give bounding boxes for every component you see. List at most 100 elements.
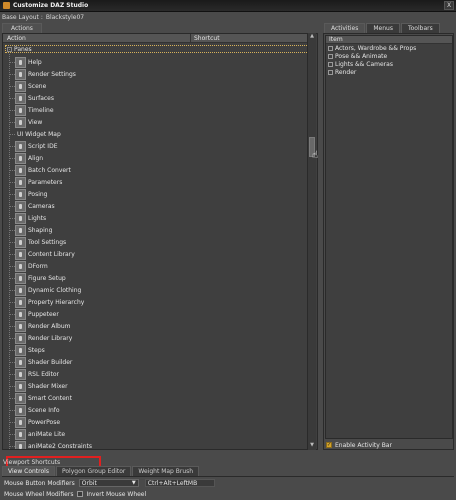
list-item[interactable]: Render — [326, 68, 452, 76]
tree-item-label: Surfaces — [28, 94, 54, 102]
activities-panel: Item Actors, Wardrobe && Props Pose && A… — [323, 33, 454, 450]
tree-item[interactable]: Shader Mixer — [9, 380, 68, 392]
tree-item[interactable]: Lights — [9, 212, 46, 224]
tree-item[interactable]: Render Settings — [9, 68, 76, 80]
tab-activities[interactable]: Activities — [324, 23, 366, 33]
list-item-label: Actors, Wardrobe && Props — [335, 44, 417, 52]
tree-item-label: Shaping — [28, 226, 53, 234]
tree-item[interactable]: Tool Settings — [9, 236, 66, 248]
item-column-header[interactable]: Item — [326, 36, 452, 44]
actions-column-header: Action Shortcut — [3, 34, 309, 43]
base-layout-row: Base Layout : Blackstyle07 — [2, 13, 84, 22]
actions-scrollbar[interactable]: ▲ ▼ — [307, 33, 316, 450]
tree-item-label: Cameras — [28, 202, 55, 210]
cameras-icon — [15, 200, 26, 212]
dform-icon — [15, 260, 26, 272]
tree-item[interactable]: Content Library — [9, 248, 75, 260]
shader-mixer-icon — [15, 380, 26, 392]
scene-info-icon — [15, 404, 26, 416]
item-icon — [328, 45, 333, 51]
list-item[interactable]: Lights && Cameras — [326, 60, 452, 68]
tab-weight-map-brush[interactable]: Weight Map Brush — [132, 466, 200, 476]
tree-item[interactable]: Posing — [9, 188, 47, 200]
tab-toolbars[interactable]: Toolbars — [400, 23, 440, 33]
tab-actions[interactable]: Actions — [2, 23, 42, 33]
mouse-button-select[interactable]: Orbit ▼ — [78, 479, 139, 487]
mouse-wheel-row: Mouse Wheel Modifiers Invert Mouse Wheel — [4, 489, 146, 499]
tree-item-label: PowerPose — [28, 418, 61, 426]
tree-item[interactable]: Puppeteer — [9, 308, 59, 320]
list-item-label: Lights && Cameras — [335, 60, 393, 68]
align-icon — [15, 152, 26, 164]
base-layout-value[interactable]: Blackstyle07 — [46, 14, 84, 21]
activities-list: Item Actors, Wardrobe && Props Pose && A… — [325, 35, 453, 439]
scroll-up-icon[interactable]: ▲ — [308, 33, 316, 41]
tree-item[interactable]: aniMate Lite — [9, 428, 65, 440]
tree-item[interactable]: Property Hierarchy — [9, 296, 84, 308]
puppeteer-icon — [15, 308, 26, 320]
tree-item[interactable]: Scene Info — [9, 404, 60, 416]
tree-item[interactable]: RSL Editor — [9, 368, 59, 380]
base-layout-label: Base Layout : — [2, 14, 43, 21]
shortcut-value: Ctrl+Alt+LeftMB — [147, 479, 198, 487]
tree-item[interactable]: Script IDE — [9, 140, 58, 152]
tree-item[interactable]: Cameras — [9, 200, 55, 212]
scroll-down-icon[interactable]: ▼ — [308, 442, 316, 450]
tree-item[interactable]: Help — [9, 56, 42, 68]
tree-item[interactable]: Dynamic Clothing — [9, 284, 81, 296]
actions-panel: Action Shortcut - Panes Help Render Setti… — [2, 33, 318, 482]
steps-icon — [15, 344, 26, 356]
rsl-editor-icon — [15, 368, 26, 380]
tree-item-label: Content Library — [28, 250, 75, 258]
tree-item[interactable]: Shader Builder — [9, 356, 72, 368]
invert-mouse-wheel-checkbox[interactable] — [77, 491, 84, 497]
animate2-constraints-icon — [15, 440, 26, 449]
list-item[interactable]: Actors, Wardrobe && Props — [326, 44, 452, 52]
mouse-button-label: Mouse Button Modifiers — [4, 479, 75, 487]
left-tab-bar: Actions — [2, 23, 42, 33]
close-button[interactable]: X — [444, 1, 454, 10]
timeline-icon — [15, 104, 26, 116]
tab-polygon-group-editor[interactable]: Polygon Group Editor — [55, 466, 132, 476]
tree-item[interactable]: Render Library — [9, 332, 72, 344]
render-settings-icon — [15, 68, 26, 80]
item-icon — [328, 53, 333, 59]
shortcut-column-header[interactable]: Shortcut — [191, 34, 309, 42]
tree-item-label: Align — [28, 154, 44, 162]
tree-item-label: Help — [28, 58, 42, 66]
tree-item[interactable]: PowerPose — [9, 416, 60, 428]
tree-item[interactable]: Shaping — [9, 224, 52, 236]
tree-item-label: Property Hierarchy — [28, 298, 85, 306]
title-bar: Customize DAZ Studio X — [0, 0, 456, 12]
tree-item[interactable]: DForm — [9, 260, 48, 272]
collapse-icon[interactable]: - — [7, 46, 12, 52]
tree-item[interactable]: Batch Convert — [9, 164, 71, 176]
mouse-button-value: Orbit — [81, 479, 97, 487]
action-column-header[interactable]: Action — [3, 34, 191, 42]
tree-item-label: Render Album — [28, 322, 71, 330]
tree-item-label: Posing — [28, 190, 48, 198]
tree-root-panes[interactable]: - Panes — [5, 45, 309, 53]
tree-item[interactable]: Scene — [9, 80, 46, 92]
tree-item[interactable]: Align — [9, 152, 43, 164]
parameters-icon — [15, 176, 26, 188]
tree-item[interactable]: aniMate2 Constraints — [9, 440, 92, 449]
tree-item-label: Smart Content — [28, 394, 72, 402]
tab-view-controls[interactable]: View Controls — [2, 466, 55, 476]
dynamic-clothing-icon — [15, 284, 26, 296]
actions-tree: - Panes Help Render Settings Scene Surfaces… — [3, 44, 309, 449]
tree-item[interactable]: Steps — [9, 344, 45, 356]
tree-item[interactable]: View — [9, 116, 42, 128]
tree-item[interactable]: Render Album — [9, 320, 71, 332]
shortcut-field[interactable]: Ctrl+Alt+LeftMB — [144, 479, 215, 487]
tree-item[interactable]: Parameters — [9, 176, 62, 188]
list-item[interactable]: Pose && Animate — [326, 52, 452, 60]
tree-item[interactable]: Timeline — [9, 104, 54, 116]
tree-item[interactable]: Figure Setup — [9, 272, 66, 284]
tree-root-label: Panes — [14, 45, 32, 53]
tab-menus[interactable]: Menus — [366, 23, 400, 33]
tree-item[interactable]: Surfaces — [9, 92, 54, 104]
tree-item[interactable]: Smart Content — [9, 392, 72, 404]
tree-item[interactable]: UI Widget Map — [9, 128, 61, 140]
enable-activity-bar-checkbox[interactable]: ✓ — [326, 442, 332, 448]
